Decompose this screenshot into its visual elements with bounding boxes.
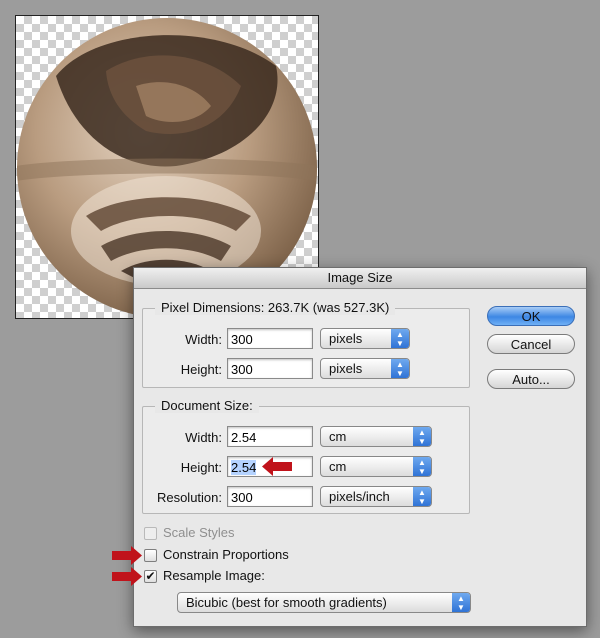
scale-styles-checkbox[interactable] bbox=[144, 527, 157, 540]
pixel-width-unit-popup[interactable]: pixels ▲ ▼ bbox=[320, 328, 410, 349]
dialog-title: Image Size bbox=[134, 268, 586, 289]
pixel-dimensions-title: Pixel Dimensions: 263.7K (was 527.3K) bbox=[155, 300, 396, 315]
pixel-width-unit-label: pixels bbox=[329, 331, 363, 346]
pixel-height-unit-label: pixels bbox=[329, 361, 363, 376]
doc-height-selected-text: 2.54 bbox=[231, 460, 257, 475]
resample-method-popup[interactable]: Bicubic (best for smooth gradients) ▲ ▼ bbox=[177, 592, 471, 613]
doc-height-unit-label: cm bbox=[329, 459, 347, 474]
pixel-height-unit-popup[interactable]: pixels ▲ ▼ bbox=[320, 358, 410, 379]
resolution-field[interactable]: 300 bbox=[227, 486, 313, 507]
annotation-arrow-icon bbox=[112, 567, 142, 586]
resample-image-label: Resample Image: bbox=[163, 568, 265, 583]
pixel-width-field[interactable]: 300 bbox=[227, 328, 313, 349]
cancel-button[interactable]: Cancel bbox=[487, 334, 575, 354]
resample-image-checkbox[interactable]: ✔ bbox=[144, 570, 157, 583]
pixel-width-label: Width: bbox=[185, 332, 222, 347]
doc-width-unit-popup[interactable]: cm ▲ ▼ bbox=[320, 426, 432, 447]
pixel-height-label: Height: bbox=[180, 362, 222, 377]
doc-width-unit-label: cm bbox=[329, 429, 347, 444]
annotation-arrow-icon bbox=[112, 546, 142, 565]
updown-arrows-icon: ▲ ▼ bbox=[391, 359, 409, 378]
annotation-arrow-icon bbox=[262, 457, 292, 476]
doc-height-label: Height: bbox=[180, 460, 222, 475]
resolution-unit-popup[interactable]: pixels/inch ▲ ▼ bbox=[320, 486, 432, 507]
updown-arrows-icon: ▲ ▼ bbox=[413, 457, 431, 476]
resample-method-label: Bicubic (best for smooth gradients) bbox=[186, 595, 387, 610]
image-size-dialog: Image Size Pixel Dimensions: 263.7K (was… bbox=[112, 267, 587, 627]
updown-arrows-icon: ▲ ▼ bbox=[391, 329, 409, 348]
document-size-title: Document Size: bbox=[155, 398, 259, 413]
resolution-label: Resolution: bbox=[156, 490, 222, 505]
pixel-height-field[interactable]: 300 bbox=[227, 358, 313, 379]
scale-styles-label: Scale Styles bbox=[163, 525, 235, 540]
ok-button[interactable]: OK bbox=[487, 306, 575, 326]
updown-arrows-icon: ▲ ▼ bbox=[413, 427, 431, 446]
doc-height-unit-popup[interactable]: cm ▲ ▼ bbox=[320, 456, 432, 477]
updown-arrows-icon: ▲ ▼ bbox=[452, 593, 470, 612]
constrain-proportions-checkbox[interactable] bbox=[144, 549, 157, 562]
constrain-proportions-label: Constrain Proportions bbox=[163, 547, 289, 562]
doc-width-label: Width: bbox=[185, 430, 222, 445]
updown-arrows-icon: ▲ ▼ bbox=[413, 487, 431, 506]
resolution-unit-label: pixels/inch bbox=[329, 489, 390, 504]
doc-width-field[interactable]: 2.54 bbox=[227, 426, 313, 447]
auto-button[interactable]: Auto... bbox=[487, 369, 575, 389]
